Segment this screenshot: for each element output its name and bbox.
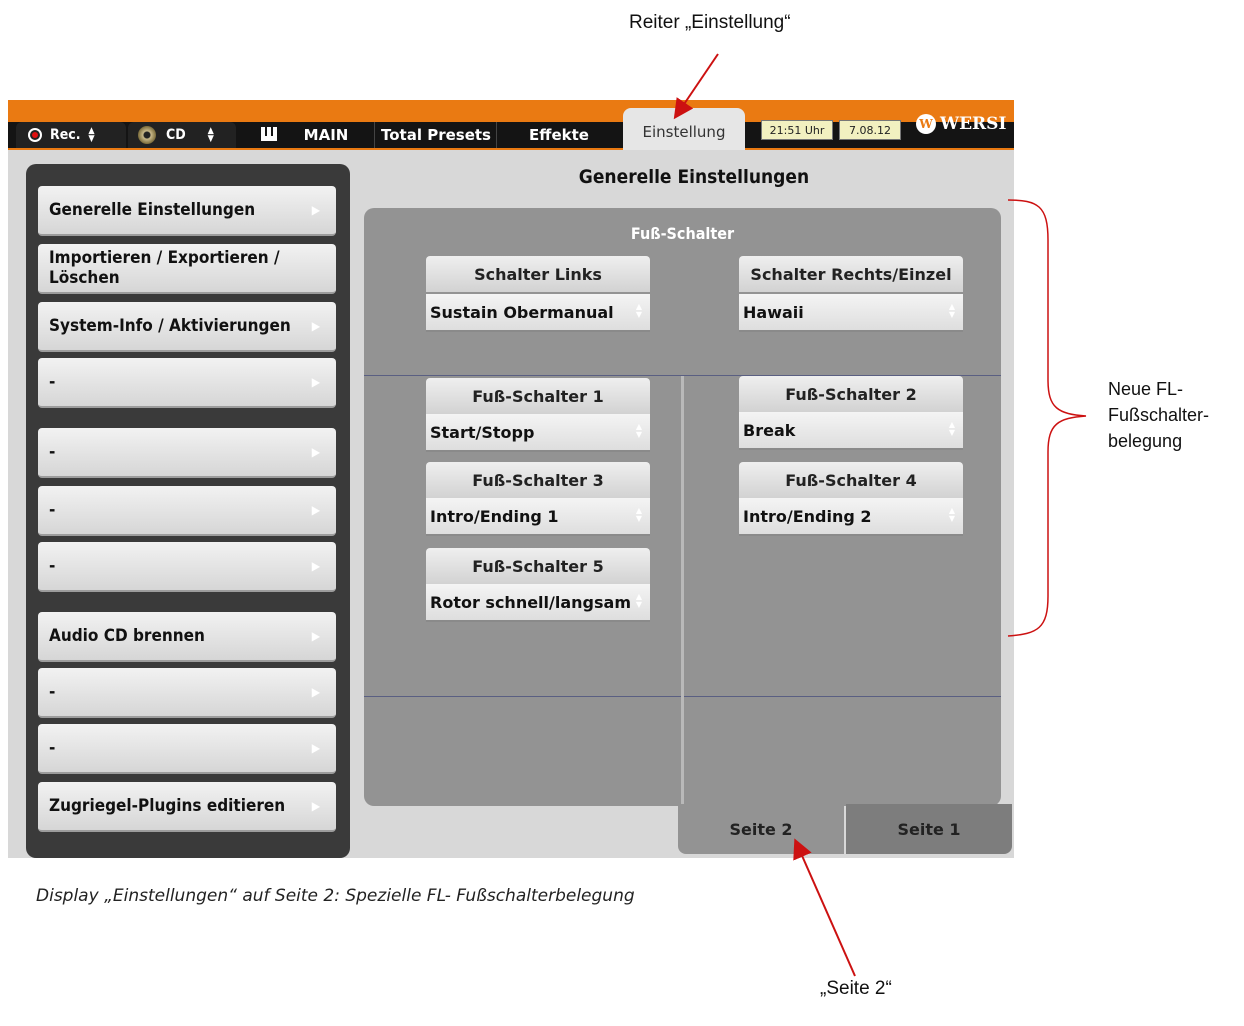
tab-pointer-arrow [673,53,719,120]
annotation-overlay [673,53,1087,977]
panel-brace [1007,199,1087,637]
page-pointer-arrow [793,838,856,977]
